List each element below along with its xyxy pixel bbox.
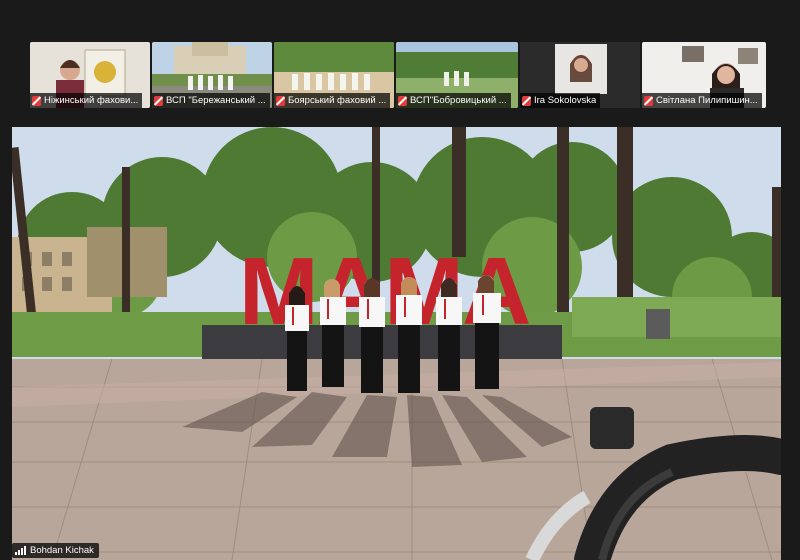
participant-name-bar: ВСП "Бережанський ... <box>152 93 270 108</box>
main-video-scene: MAMA <box>12 127 781 560</box>
signal-strength-icon <box>15 546 26 555</box>
participant-tile[interactable]: ВСП"Бобровицький ... <box>396 42 518 108</box>
participant-strip: Ніжинський фахови... ВСП "Бережанський .… <box>0 36 800 116</box>
muted-mic-icon <box>644 95 653 106</box>
participant-tile[interactable]: Світлана Пилипишин... <box>642 42 766 108</box>
participant-name-bar: ВСП"Бобровицький ... <box>396 93 511 108</box>
participant-name: Світлана Пилипишин... <box>656 95 758 106</box>
participant-name: ВСП "Бережанський ... <box>166 95 266 106</box>
active-speaker-name: Bohdan Kichak <box>30 545 94 556</box>
participant-tile[interactable]: Ніжинський фахови... <box>30 42 150 108</box>
participant-name: Ніжинський фахови... <box>44 95 139 106</box>
participant-name: Боярський фаховий ... <box>288 95 387 106</box>
muted-mic-icon <box>398 95 407 106</box>
active-speaker-label: Bohdan Kichak <box>12 543 99 558</box>
participant-name-bar: Ira Sokolovska <box>520 93 601 108</box>
participant-name: ВСП"Бобровицький ... <box>410 95 507 106</box>
participant-name: Ira Sokolovska <box>534 95 597 106</box>
muted-mic-icon <box>32 95 41 106</box>
muted-mic-icon <box>522 95 531 106</box>
participant-tile[interactable]: Боярський фаховий ... <box>274 42 394 108</box>
participant-name-bar: Світлана Пилипишин... <box>642 93 762 108</box>
main-video[interactable]: MAMA <box>12 127 781 560</box>
participant-tile[interactable]: Ira Sokolovska <box>520 42 640 108</box>
participant-name-bar: Боярський фаховий ... <box>274 93 391 108</box>
muted-mic-icon <box>154 95 163 106</box>
participant-tile[interactable]: ВСП "Бережанський ... <box>152 42 272 108</box>
muted-mic-icon <box>276 95 285 106</box>
participant-name-bar: Ніжинський фахови... <box>30 93 143 108</box>
